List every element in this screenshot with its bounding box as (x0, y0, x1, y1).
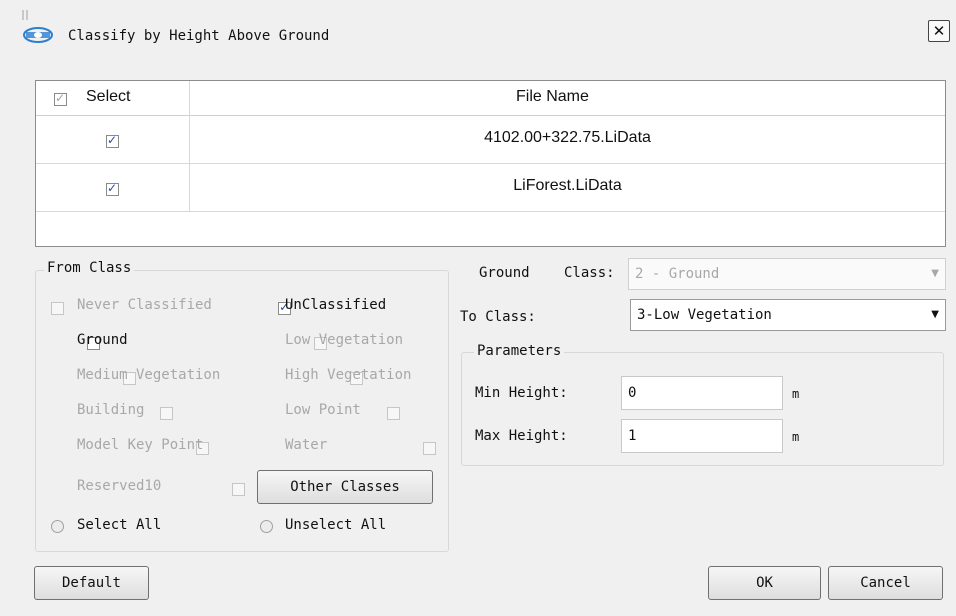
building-label: Building (77, 402, 145, 418)
to-class-value: 3-Low Vegetation (637, 307, 772, 323)
select-all-checkbox[interactable] (54, 91, 67, 106)
min-height-label: Min Height: (475, 385, 568, 401)
ground-class-label: Ground (479, 265, 530, 281)
table-header: Select File Name (36, 81, 945, 116)
chevron-down-icon: ▼ (931, 309, 939, 320)
unselect-all-label: Unselect All (285, 517, 387, 533)
to-class-select[interactable]: 3-Low Vegetation ▼ (630, 299, 946, 331)
max-height-unit: m (792, 430, 800, 444)
ground-class-select[interactable]: 2 - Ground ▼ (628, 258, 946, 290)
ground-label: Ground (77, 332, 128, 348)
close-icon: ✕ (932, 22, 946, 40)
low-point-checkbox[interactable] (386, 407, 400, 420)
file-name-column-header: File Name (516, 88, 589, 105)
table-row[interactable]: LiForest.LiData (36, 164, 945, 212)
row-checkbox[interactable] (106, 133, 119, 148)
cancel-button[interactable]: Cancel (828, 566, 943, 600)
select-all-radio[interactable] (51, 520, 64, 533)
default-button[interactable]: Default (34, 566, 149, 600)
ok-button[interactable]: OK (708, 566, 821, 600)
other-classes-button[interactable]: Other Classes (257, 470, 433, 504)
app-logo-icon (23, 27, 53, 43)
chevron-down-icon: ▼ (931, 268, 939, 279)
water-label: Water (285, 437, 328, 453)
low-vegetation-label: Low Vegetation (285, 332, 404, 348)
select-column-header: Select (86, 88, 131, 105)
unselect-all-radio[interactable] (260, 520, 273, 533)
building-checkbox[interactable] (159, 407, 173, 420)
table-row[interactable]: 4102.00+322.75.LiData (36, 116, 945, 164)
window-title: Classify by Height Above Ground (68, 28, 330, 44)
max-height-input[interactable]: 1 (621, 419, 783, 453)
max-height-label: Max Height: (475, 428, 568, 444)
never-classified-checkbox[interactable] (51, 302, 64, 315)
min-height-input[interactable]: 0 (621, 376, 783, 410)
dialog-window: Classify by Height Above Ground ✕ Select… (0, 0, 956, 616)
to-class-label: To Class: (460, 309, 536, 325)
file-table: Select File Name 4102.00+322.75.LiData L… (35, 80, 946, 247)
row-checkbox[interactable] (106, 181, 119, 196)
unclassified-label: UnClassified (285, 297, 387, 313)
reserved10-checkbox[interactable] (231, 483, 245, 496)
from-class-legend: From Class (44, 260, 135, 276)
file-name-cell: 4102.00+322.75.LiData (484, 129, 651, 146)
medium-vegetation-label: Medium Vegetation (77, 367, 221, 383)
low-point-label: Low Point (285, 402, 361, 418)
model-key-point-label: Model Key Point (77, 437, 204, 453)
close-button[interactable]: ✕ (928, 20, 950, 42)
never-classified-label: Never Classified (77, 297, 212, 313)
reserved10-label: Reserved10 (77, 478, 162, 494)
parameters-legend: Parameters (474, 343, 565, 359)
file-name-cell: LiForest.LiData (513, 177, 622, 194)
select-all-label: Select All (77, 517, 162, 533)
water-checkbox[interactable] (422, 442, 436, 455)
min-height-unit: m (792, 387, 800, 401)
high-vegetation-label: High Vegetation (285, 367, 412, 383)
grip-icon (22, 10, 28, 20)
ground-class-label-suffix: Class: (564, 265, 615, 281)
ground-class-value: 2 - Ground (635, 266, 720, 282)
